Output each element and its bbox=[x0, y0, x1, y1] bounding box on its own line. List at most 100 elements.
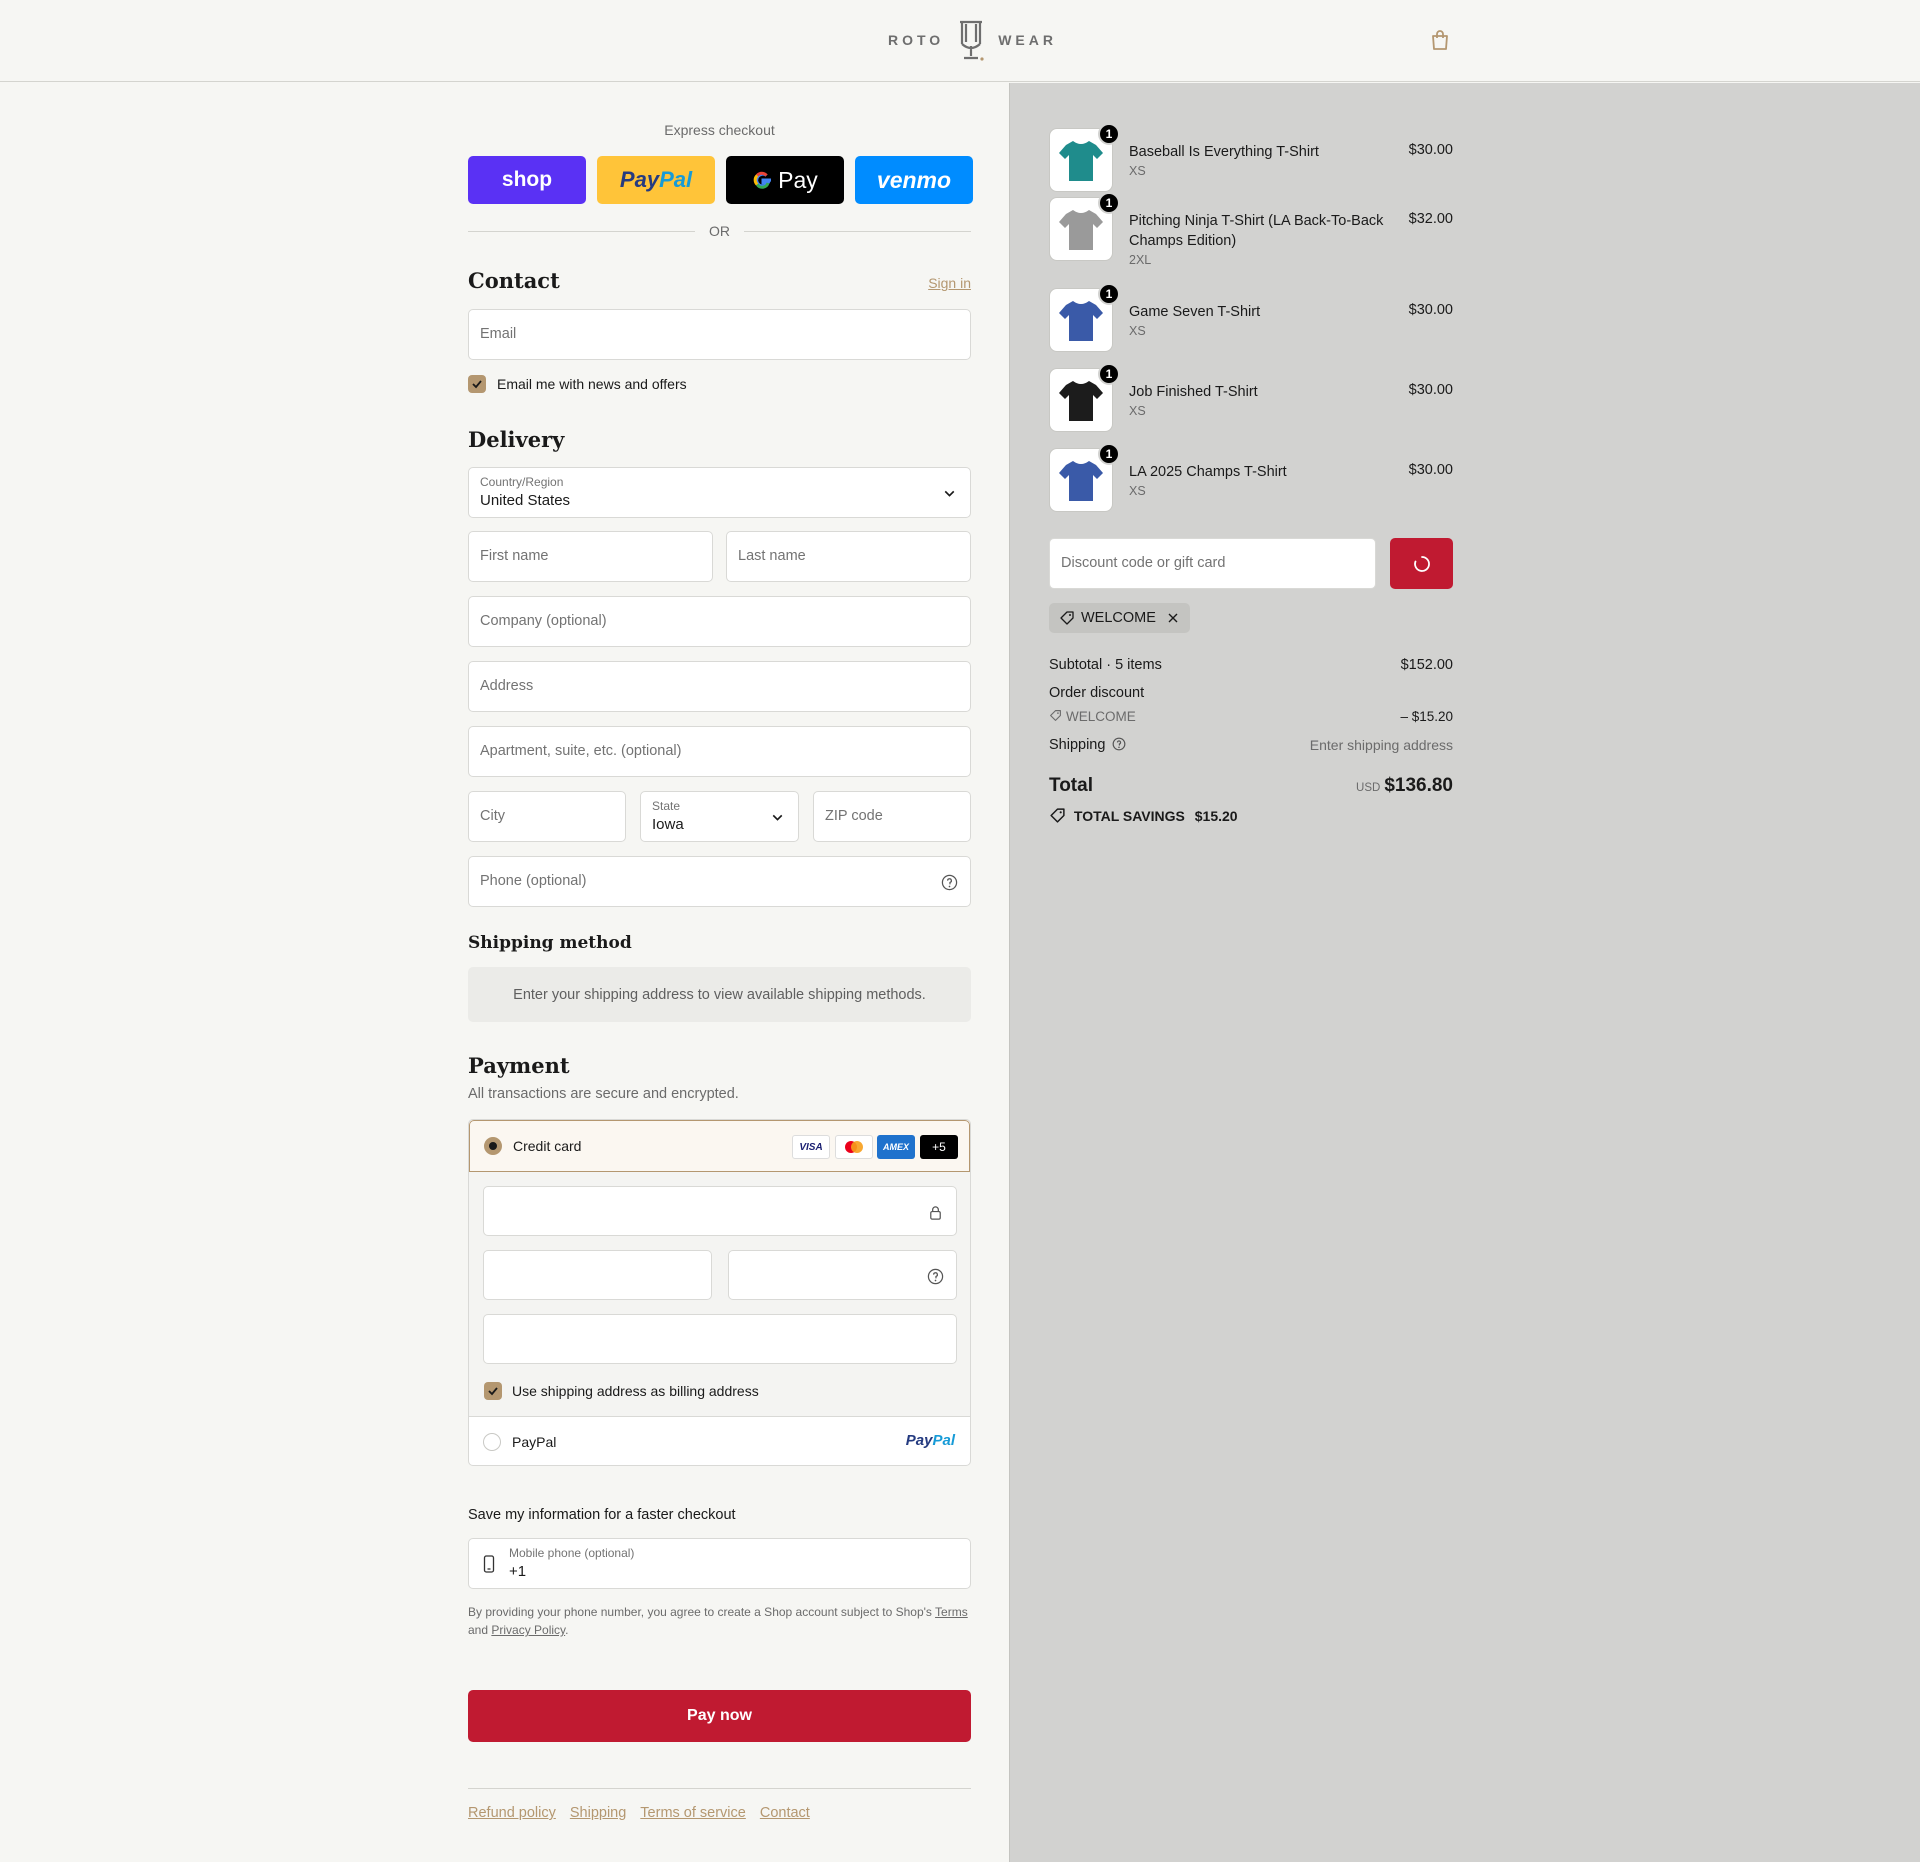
credit-card-option[interactable]: Credit card VISA AMEX +5 bbox=[469, 1120, 970, 1172]
product-price: $30.00 bbox=[1408, 462, 1453, 478]
payment-methods: Credit card VISA AMEX +5 Use shipping ad… bbox=[468, 1119, 971, 1466]
more-cards-badge: +5 bbox=[920, 1135, 958, 1159]
tshirt-icon bbox=[1059, 210, 1103, 250]
shipping-method-heading: Shipping method bbox=[468, 933, 632, 953]
state-select[interactable]: State Iowa bbox=[640, 791, 799, 842]
shop-pay-button[interactable]: shop bbox=[468, 156, 586, 204]
paypal-logo-pay: Pay bbox=[905, 1432, 933, 1449]
discount-code-field[interactable]: Discount code or gift card bbox=[1049, 538, 1376, 589]
footer-links: Refund policy Shipping Terms of service … bbox=[468, 1805, 810, 1821]
order-discount-label: Order discount bbox=[1049, 685, 1145, 701]
billing-address-label: Use shipping address as billing address bbox=[512, 1383, 759, 1399]
name-on-card-field[interactable] bbox=[483, 1314, 957, 1364]
checkmark-icon bbox=[472, 380, 482, 389]
google-pay-button[interactable]: Pay bbox=[726, 156, 844, 204]
discount-value: – $15.20 bbox=[1400, 709, 1453, 724]
mobile-phone-field[interactable]: Mobile phone (optional) +1 bbox=[468, 1538, 971, 1589]
email-field[interactable]: Email bbox=[468, 309, 971, 360]
sign-in-link[interactable]: Sign in bbox=[928, 275, 971, 291]
country-value: United States bbox=[480, 492, 571, 509]
chevron-down-icon bbox=[772, 814, 783, 821]
card-number-field[interactable] bbox=[483, 1186, 957, 1236]
mobile-phone-icon bbox=[483, 1555, 495, 1573]
refund-policy-link[interactable]: Refund policy bbox=[468, 1805, 556, 1821]
card-expiry-field[interactable] bbox=[483, 1250, 712, 1300]
country-select[interactable]: Country/Region United States bbox=[468, 467, 971, 518]
quantity-badge: 1 bbox=[1098, 123, 1120, 145]
brand-logo[interactable]: ROTO WEAR bbox=[888, 18, 1057, 62]
total-value: $136.80 bbox=[1384, 775, 1453, 796]
delivery-heading: Delivery bbox=[468, 427, 565, 452]
shopping-bag-icon[interactable] bbox=[1428, 28, 1452, 52]
billing-address-checkbox[interactable] bbox=[484, 1382, 502, 1400]
express-checkout-buttons: shop Pay Pal Pay venmo bbox=[468, 156, 973, 204]
applied-discount-tag: WELCOME bbox=[1049, 603, 1190, 633]
credit-card-label: Credit card bbox=[513, 1138, 582, 1154]
tshirt-icon bbox=[1059, 461, 1103, 501]
subtotal-row: Subtotal · 5 items $152.00 bbox=[1049, 657, 1453, 673]
paypal-label-pal: Pal bbox=[659, 167, 693, 192]
newsletter-checkbox[interactable] bbox=[468, 375, 486, 393]
email-placeholder: Email bbox=[480, 326, 517, 342]
last-name-field[interactable]: Last name bbox=[726, 531, 971, 582]
address-field[interactable]: Address bbox=[468, 661, 971, 712]
help-circle-icon[interactable] bbox=[927, 1268, 944, 1285]
state-value: Iowa bbox=[652, 816, 684, 833]
subtotal-label: Subtotal · 5 items bbox=[1049, 657, 1162, 673]
product-name: Pitching Ninja T-Shirt (LA Back-To-Back … bbox=[1129, 213, 1384, 249]
total-amount: USD $136.80 bbox=[1356, 775, 1453, 797]
product-thumbnail: 1 bbox=[1049, 443, 1120, 512]
product-name: LA 2025 Champs T-Shirt bbox=[1129, 464, 1287, 480]
apartment-field[interactable]: Apartment, suite, etc. (optional) bbox=[468, 726, 971, 777]
applied-code-label: WELCOME bbox=[1081, 610, 1156, 626]
card-cvv-field[interactable] bbox=[728, 1250, 957, 1300]
company-field[interactable]: Company (optional) bbox=[468, 596, 971, 647]
credit-card-radio[interactable] bbox=[484, 1137, 502, 1155]
product-variant: XS bbox=[1129, 324, 1146, 338]
city-field[interactable]: City bbox=[468, 791, 626, 842]
contact-link[interactable]: Contact bbox=[760, 1805, 810, 1821]
subtotal-value: $152.00 bbox=[1400, 657, 1453, 673]
paypal-option[interactable]: PayPal PayPal bbox=[469, 1417, 970, 1465]
phone-field[interactable]: Phone (optional) bbox=[468, 856, 971, 907]
contact-heading: Contact bbox=[468, 268, 560, 293]
paypal-express-button[interactable]: Pay Pal bbox=[597, 156, 715, 204]
first-name-field[interactable]: First name bbox=[468, 531, 713, 582]
tag-icon bbox=[1060, 611, 1074, 625]
product-name: Job Finished T-Shirt bbox=[1129, 384, 1258, 400]
order-discount-row: Order discount bbox=[1049, 685, 1453, 701]
product-price: $32.00 bbox=[1408, 211, 1453, 227]
checkmark-icon bbox=[488, 1387, 498, 1396]
phone-consent-text: By providing your phone number, you agre… bbox=[468, 1603, 971, 1639]
apartment-placeholder: Apartment, suite, etc. (optional) bbox=[480, 743, 682, 759]
product-variant: XS bbox=[1129, 404, 1146, 418]
lock-icon bbox=[930, 1206, 941, 1220]
privacy-policy-link[interactable]: Privacy Policy bbox=[491, 1623, 565, 1637]
zip-field[interactable]: ZIP code bbox=[813, 791, 971, 842]
pay-now-button[interactable]: Pay now bbox=[468, 1690, 971, 1742]
apply-discount-button[interactable] bbox=[1390, 538, 1453, 589]
quantity-badge: 1 bbox=[1098, 363, 1120, 385]
venmo-button[interactable]: venmo bbox=[855, 156, 973, 204]
spinner-icon bbox=[1413, 555, 1430, 572]
newsletter-label: Email me with news and offers bbox=[497, 376, 687, 392]
quantity-badge: 1 bbox=[1098, 192, 1120, 214]
paypal-radio[interactable] bbox=[483, 1433, 501, 1451]
shipping-value: Enter shipping address bbox=[1309, 737, 1453, 753]
consent-text-b: and bbox=[468, 1623, 492, 1637]
close-icon[interactable] bbox=[1166, 611, 1180, 625]
google-g-icon bbox=[753, 171, 772, 189]
brand-word-left: ROTO bbox=[888, 32, 945, 48]
shipping-method-notice: Enter your shipping address to view avai… bbox=[468, 967, 971, 1022]
visa-icon: VISA bbox=[792, 1135, 830, 1159]
shipping-link[interactable]: Shipping bbox=[570, 1805, 626, 1821]
google-pay-label: Pay bbox=[778, 166, 818, 193]
save-info-heading: Save my information for a faster checkou… bbox=[468, 1507, 736, 1523]
total-savings-value: $15.20 bbox=[1194, 808, 1238, 824]
terms-of-service-link[interactable]: Terms of service bbox=[640, 1805, 746, 1821]
terms-link[interactable]: Terms bbox=[935, 1605, 968, 1619]
help-circle-icon[interactable] bbox=[941, 874, 958, 891]
help-circle-icon[interactable] bbox=[1112, 737, 1126, 751]
paypal-logo-pal: Pal bbox=[932, 1432, 955, 1449]
consent-text-c: . bbox=[565, 1623, 569, 1637]
